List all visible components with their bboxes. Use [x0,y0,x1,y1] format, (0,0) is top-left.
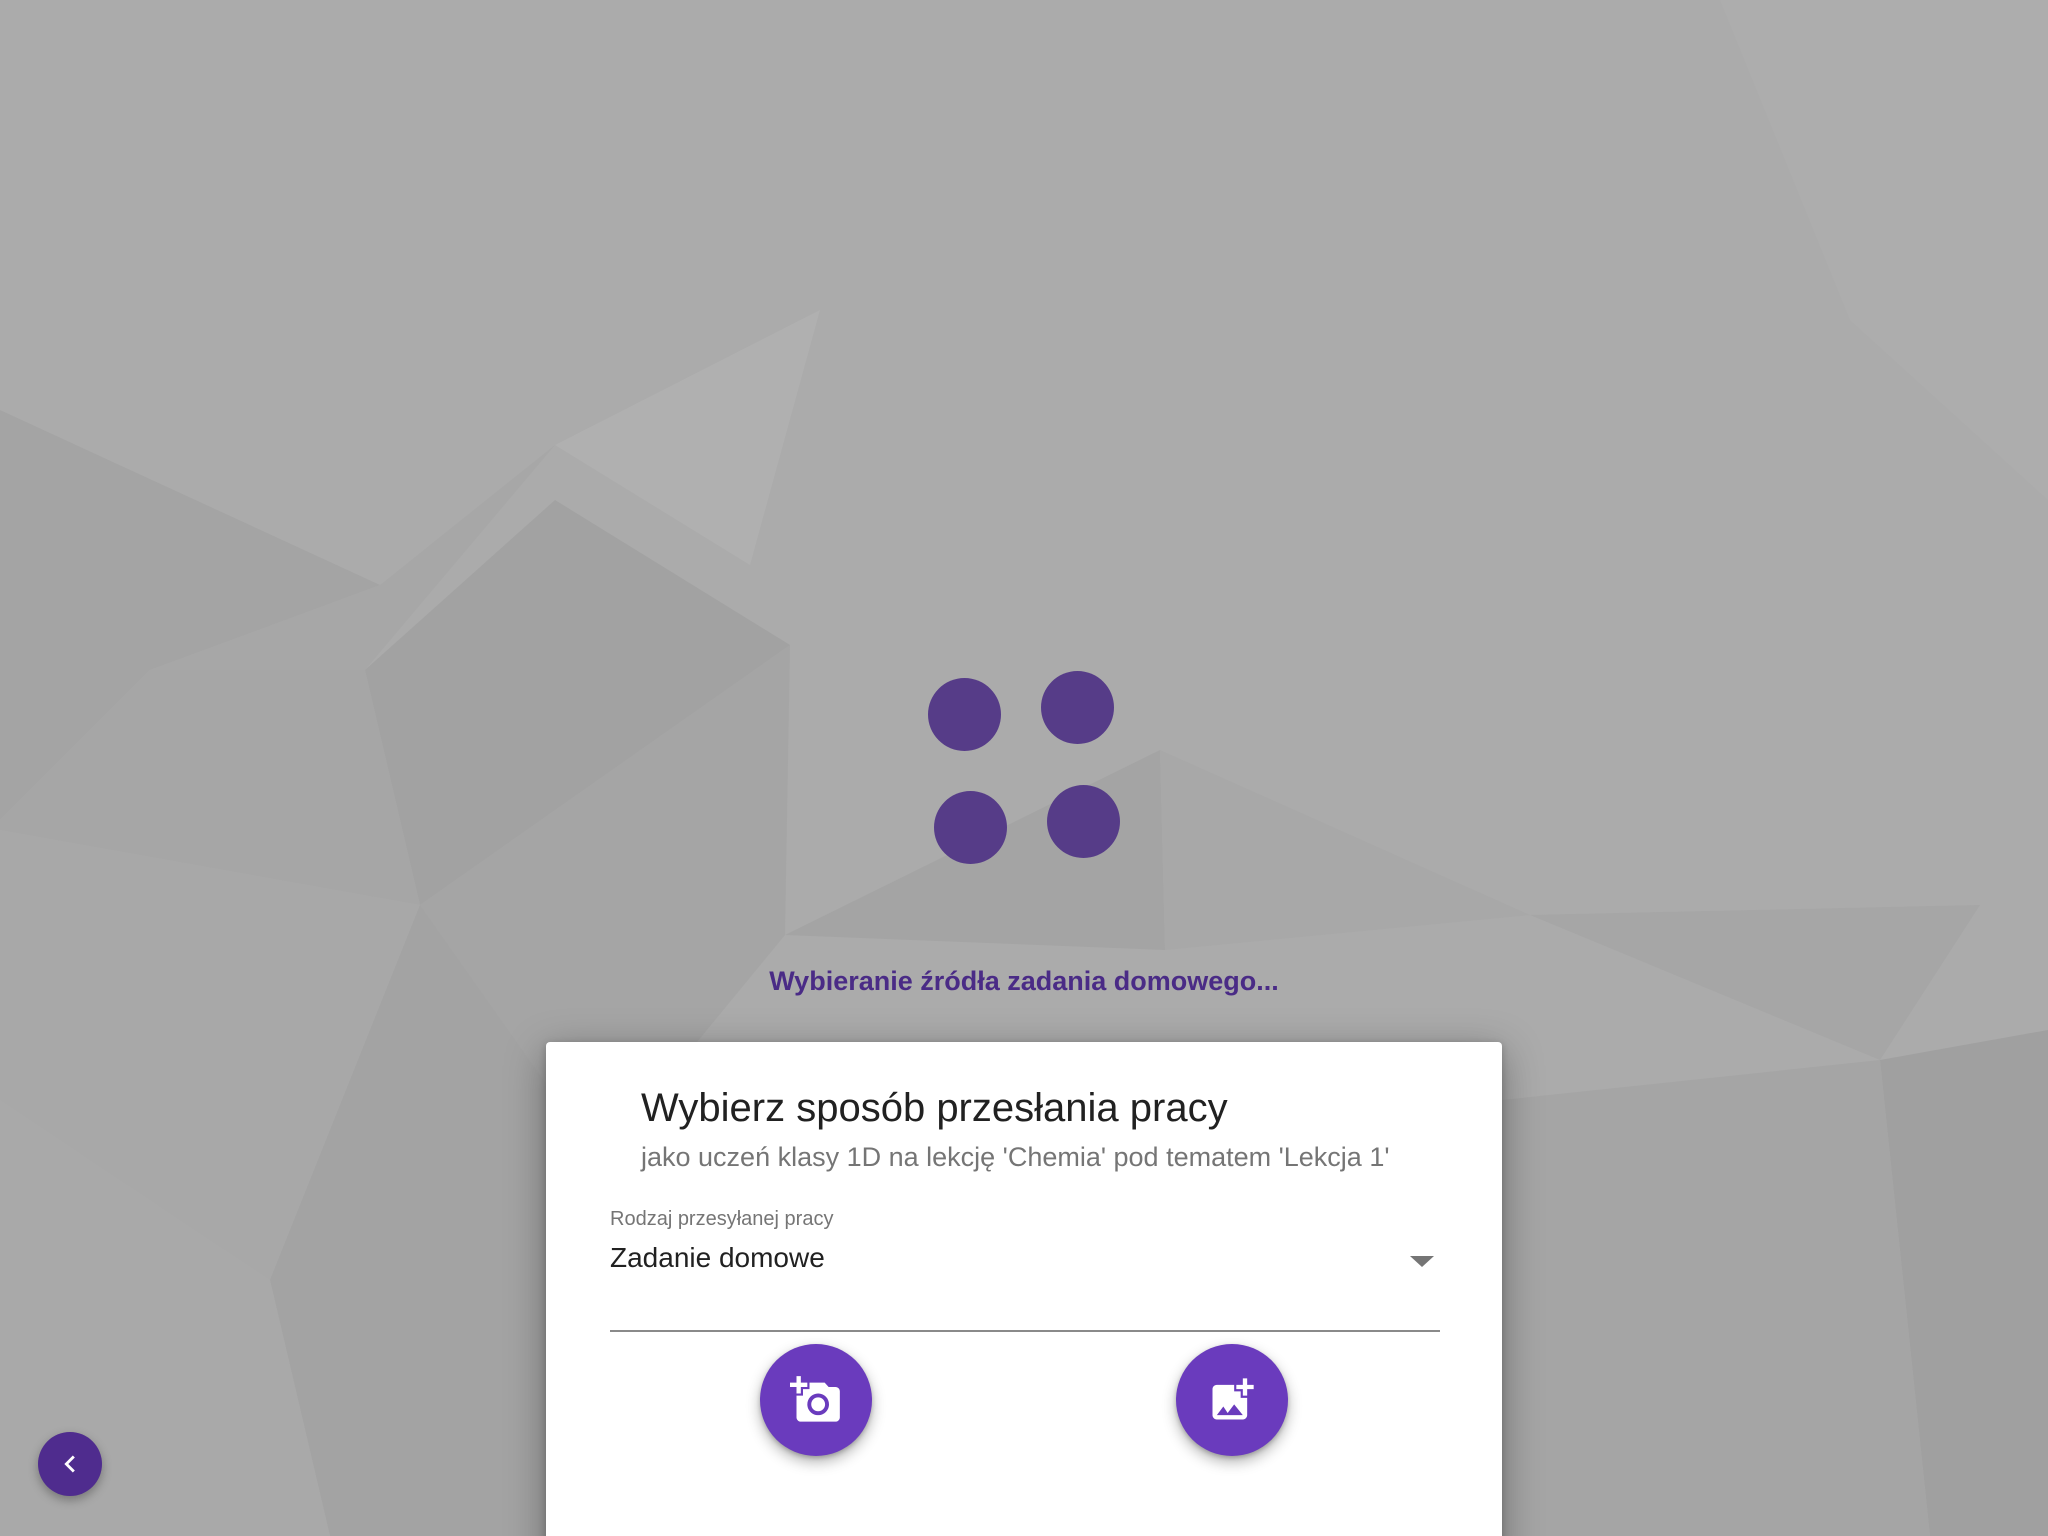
add-camera-icon [790,1376,840,1422]
back-button[interactable] [38,1432,102,1496]
loading-status-text: Wybieranie źródła zadania domowego... [769,966,1279,996]
take-photo-button[interactable] [760,1344,872,1456]
add-from-gallery-button[interactable] [1176,1344,1288,1456]
dialog-title: Wybierz sposób przesłania pracy [641,1086,1228,1130]
select-underline [610,1330,1440,1332]
dropdown-arrow-icon[interactable] [1410,1256,1434,1267]
add-photo-icon [1212,1378,1254,1420]
chevron-left-icon [64,1455,75,1473]
upload-method-dialog: Wybierz sposób przesłania pracy jako ucz… [546,1042,1502,1536]
work-type-select[interactable]: Rodzaj przesyłanej pracy Zadanie domowe [610,1208,1440,1332]
work-type-label: Rodzaj przesyłanej pracy [610,1208,834,1230]
dialog-subtitle: jako uczeń klasy 1D na lekcję 'Chemia' p… [641,1142,1390,1172]
work-type-value[interactable]: Zadanie domowe [610,1242,825,1274]
